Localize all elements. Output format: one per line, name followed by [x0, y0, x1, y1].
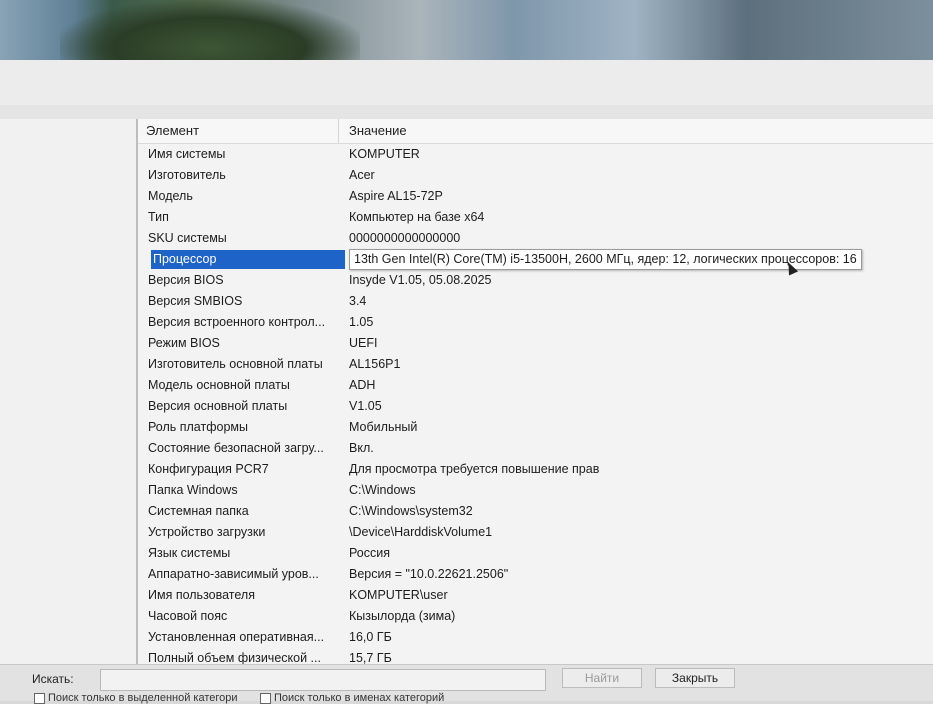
row-item: Версия основной платы: [148, 399, 288, 413]
table-row[interactable]: Роль платформы Мобильный: [138, 418, 933, 439]
search-selected-category-checkbox[interactable]: Поиск только в выделенной категори: [34, 692, 238, 704]
row-item: Папка Windows: [148, 483, 238, 497]
column-separator[interactable]: [338, 119, 339, 143]
row-value: Insyde V1.05, 05.08.2025: [349, 273, 492, 287]
row-value: AL156P1: [349, 357, 401, 371]
row-value: 16,0 ГБ: [349, 630, 392, 644]
row-value: C:\Windows\system32: [349, 504, 473, 518]
row-item: Режим BIOS: [148, 336, 220, 350]
find-button[interactable]: Найти: [562, 668, 642, 688]
row-value: ADH: [349, 378, 376, 392]
table-row[interactable]: Имя системы KOMPUTER: [138, 145, 933, 166]
search-bar: Искать: Найти Закрыть Поиск только в выд…: [0, 664, 933, 704]
table-row[interactable]: Версия BIOS Insyde V1.05, 05.08.2025: [138, 271, 933, 292]
row-value: V1.05: [349, 399, 382, 413]
row-value: KOMPUTER\user: [349, 588, 448, 602]
row-item: Модель: [148, 189, 193, 203]
category-tree[interactable]: [0, 119, 138, 664]
row-item: Язык системы: [148, 546, 231, 560]
table-row[interactable]: Аппаратно-зависимый уров... Версия = "10.…: [138, 565, 933, 586]
row-value: Компьютер на базе x64: [349, 210, 485, 224]
table-row[interactable]: Устройство загрузки \Device\HarddiskVolum…: [138, 523, 933, 544]
table-row[interactable]: Изготовитель Acer: [138, 166, 933, 187]
row-value: Для просмотра требуется повышение прав: [349, 462, 600, 476]
row-value: \Device\HarddiskVolume1: [349, 525, 493, 539]
column-header-item[interactable]: Элемент: [146, 123, 199, 138]
table-row[interactable]: Версия встроенного контрол... 1.05: [138, 313, 933, 334]
table-row[interactable]: Имя пользователя KOMPUTER\user: [138, 586, 933, 607]
menu-bar: [0, 105, 933, 119]
table-row[interactable]: Тип Компьютер на базе x64: [138, 208, 933, 229]
table-row[interactable]: Системная папка C:\Windows\system32: [138, 502, 933, 523]
table-row[interactable]: Конфигурация PCR7 Для просмотра требуется…: [138, 460, 933, 481]
table-row[interactable]: Установленная оперативная... 16,0 ГБ: [138, 628, 933, 649]
checkbox-icon: [260, 692, 271, 704]
row-value: Версия = "10.0.22621.2506": [349, 567, 509, 581]
close-button[interactable]: Закрыть: [655, 668, 735, 688]
table-row[interactable]: Версия основной платы V1.05: [138, 397, 933, 418]
row-item: Аппаратно-зависимый уров...: [148, 567, 319, 581]
table-row[interactable]: Изготовитель основной платы AL156P1: [138, 355, 933, 376]
row-item: Изготовитель: [148, 168, 226, 182]
row-value: C:\Windows: [349, 483, 416, 497]
row-item: Процессор: [151, 250, 345, 269]
details-list[interactable]: Элемент Значение Имя системы KOMPUTER Изго…: [138, 119, 933, 664]
row-item: Состояние безопасной загру...: [148, 441, 324, 455]
row-item: Изготовитель основной платы: [148, 357, 323, 371]
row-value: 15,7 ГБ: [349, 651, 392, 664]
column-header-value[interactable]: Значение: [349, 123, 407, 138]
row-item: Тип: [148, 210, 169, 224]
row-value: Aspire AL15-72P: [349, 189, 443, 203]
row-value: KOMPUTER: [349, 147, 420, 161]
table-row[interactable]: Папка Windows C:\Windows: [138, 481, 933, 502]
search-category-names-checkbox[interactable]: Поиск только в именах категорий: [260, 692, 444, 704]
search-selected-category-label: Поиск только в выделенной категори: [48, 692, 238, 704]
row-item: Версия BIOS: [148, 273, 224, 287]
row-item: Имя пользователя: [148, 588, 255, 602]
row-value: Мобильный: [349, 420, 418, 434]
row-item: Имя системы: [148, 147, 226, 161]
table-row[interactable]: Состояние безопасной загру... Вкл.: [138, 439, 933, 460]
row-item: Устройство загрузки: [148, 525, 266, 539]
row-value: 1.05: [349, 315, 374, 329]
table-row[interactable]: Процессор 13th Gen Intel(R) Core(TM) i5-1…: [138, 249, 933, 271]
row-item: Часовой пояс: [148, 609, 228, 623]
row-value: Кызылорда (зима): [349, 609, 456, 623]
row-item: Версия SMBIOS: [148, 294, 243, 308]
row-item: Установленная оперативная...: [148, 630, 325, 644]
list-header: Элемент Значение: [138, 119, 933, 144]
row-item: Модель основной платы: [148, 378, 290, 392]
row-item: Версия встроенного контрол...: [148, 315, 326, 329]
row-value: Acer: [349, 168, 375, 182]
wallpaper-rock: [60, 0, 360, 60]
checkbox-icon: [34, 692, 45, 704]
row-item: SKU системы: [148, 231, 227, 245]
table-row[interactable]: Полный объем физической ... 15,7 ГБ: [138, 649, 933, 664]
row-value: Вкл.: [349, 441, 374, 455]
row-value: Россия: [349, 546, 390, 560]
table-row[interactable]: Модель Aspire AL15-72P: [138, 187, 933, 208]
row-item: Конфигурация PCR7: [148, 462, 269, 476]
table-row[interactable]: SKU системы 0000000000000000: [138, 229, 933, 250]
list-rows: Имя системы KOMPUTER Изготовитель Acer Модел…: [138, 145, 933, 664]
row-item: Системная папка: [148, 504, 249, 518]
table-row[interactable]: Язык системы Россия: [138, 544, 933, 565]
row-item: Полный объем физической ...: [148, 651, 321, 664]
table-row[interactable]: Версия SMBIOS 3.4: [138, 292, 933, 313]
table-row[interactable]: Модель основной платы ADH: [138, 376, 933, 397]
row-value: 0000000000000000: [349, 231, 461, 245]
row-value: UEFI: [349, 336, 378, 350]
row-item: Роль платформы: [148, 420, 248, 434]
search-category-names-label: Поиск только в именах категорий: [274, 692, 445, 704]
table-row[interactable]: Часовой пояс Кызылорда (зима): [138, 607, 933, 628]
window-titlebar: [0, 60, 933, 106]
search-label: Искать:: [32, 672, 74, 686]
row-value: 3.4: [349, 294, 367, 308]
search-input[interactable]: [100, 669, 546, 691]
table-row[interactable]: Режим BIOS UEFI: [138, 334, 933, 355]
